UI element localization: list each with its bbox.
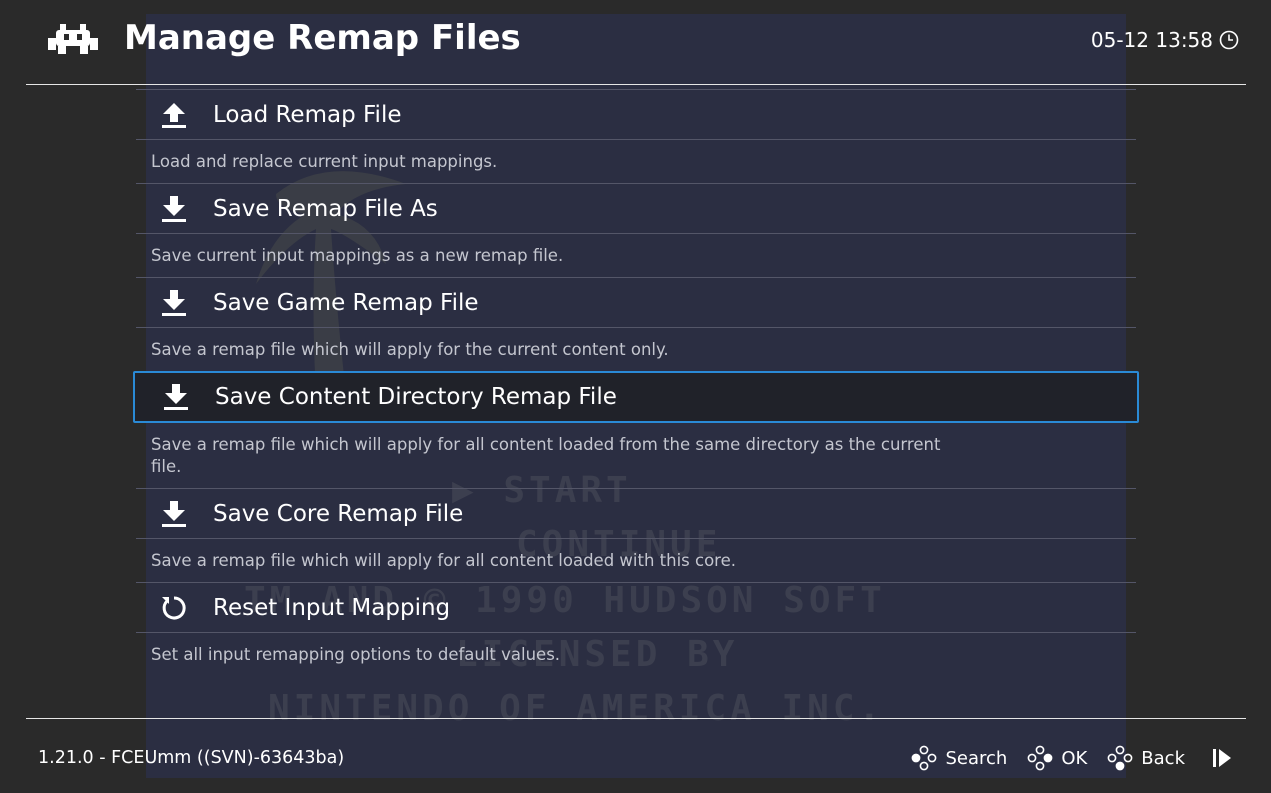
version-text: 1.21.0 - FCEUmm ((SVN)-63643ba): [38, 748, 345, 768]
menu-item-description: Load and replace current input mappings.: [151, 152, 498, 171]
remap-menu-list: Load Remap File Load and replace current…: [133, 89, 1139, 676]
retroarch-logo-icon: [48, 24, 98, 54]
ok-action[interactable]: OK: [1027, 745, 1087, 771]
menu-item-label: Load Remap File: [213, 101, 402, 128]
menu-item-save-remap-file-as[interactable]: Save Remap File As: [136, 184, 1136, 233]
menu-item-label: Save Core Remap File: [213, 500, 464, 527]
gamepad-buttons-icon: [912, 745, 937, 771]
download-icon: [162, 289, 186, 316]
footer-actions: Search OK Back: [911, 745, 1233, 771]
menu-item-save-content-directory-remap-file[interactable]: Save Content Directory Remap File: [133, 371, 1139, 423]
menu-item-label: Reset Input Mapping: [213, 594, 451, 621]
menu-item-description: Save a remap file which will apply for t…: [151, 340, 669, 359]
header: Manage Remap Files 05-12 13:58: [0, 0, 1271, 84]
header-divider: [26, 84, 1246, 85]
menu-item-description: Save a remap file which will apply for a…: [151, 551, 737, 570]
back-action[interactable]: Back: [1107, 745, 1185, 771]
menu-item-load-remap-file[interactable]: Load Remap File: [136, 90, 1136, 139]
clock: 05-12 13:58: [1091, 28, 1239, 52]
download-icon: [162, 195, 186, 222]
clock-icon: [1219, 30, 1239, 50]
menu-item-label: Save Content Directory Remap File: [215, 384, 617, 410]
back-action-label: Back: [1141, 747, 1185, 769]
clock-text: 05-12 13:58: [1090, 28, 1213, 52]
resume-content-icon[interactable]: [1211, 747, 1233, 769]
gamepad-buttons-icon: [1107, 745, 1133, 771]
download-icon: [162, 500, 186, 527]
upload-icon: [162, 102, 186, 128]
menu-item-label: Save Remap File As: [213, 195, 438, 222]
menu-item-description: Save a remap file which will apply for a…: [151, 435, 941, 476]
menu-item-reset-input-mapping[interactable]: Reset Input Mapping: [136, 583, 1136, 632]
footer: 1.21.0 - FCEUmm ((SVN)-63643ba) Search O…: [0, 719, 1271, 793]
download-icon: [164, 384, 188, 410]
menu-item-save-core-remap-file[interactable]: Save Core Remap File: [136, 489, 1136, 538]
menu-item-save-game-remap-file[interactable]: Save Game Remap File: [136, 278, 1136, 327]
menu-item-label: Save Game Remap File: [213, 289, 479, 316]
menu-item-description: Save current input mappings as a new rem…: [151, 246, 564, 265]
search-action[interactable]: Search: [911, 745, 1007, 771]
menu-item-description: Set all input remapping options to defau…: [151, 645, 561, 664]
search-action-label: Search: [945, 747, 1008, 769]
reset-icon: [162, 595, 186, 619]
gamepad-buttons-icon: [1027, 745, 1053, 771]
ok-action-label: OK: [1061, 747, 1088, 769]
page-title: Manage Remap Files: [124, 18, 521, 58]
